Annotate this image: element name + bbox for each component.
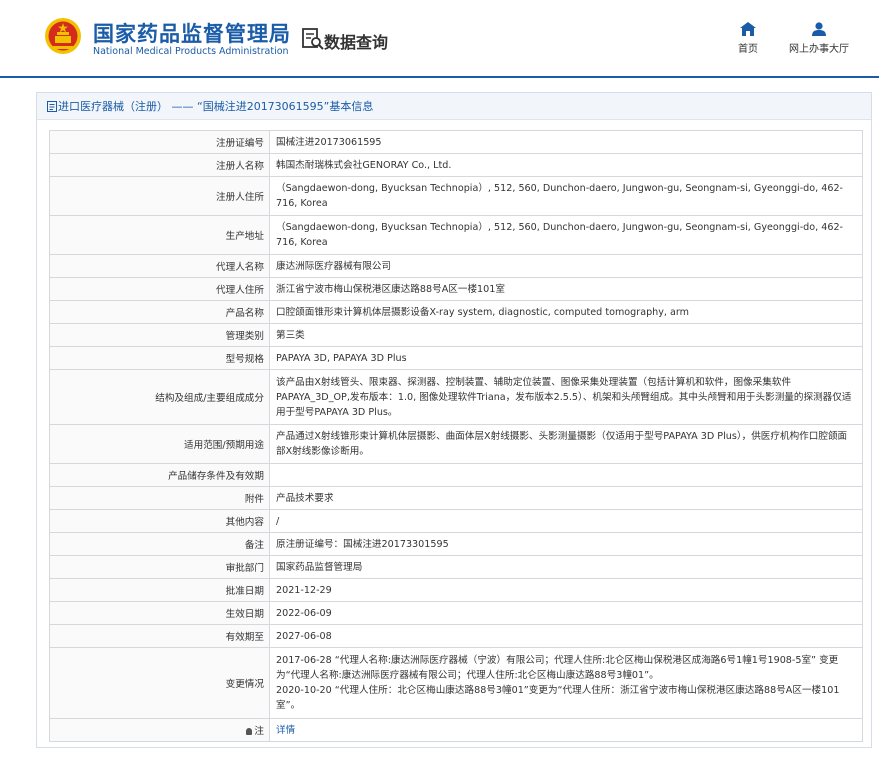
row-value: 产品技术要求 [269, 486, 863, 510]
row-value: 2021-12-29 [269, 578, 863, 602]
table-row: 代理人名称 康达洲际医疗器械有限公司 [49, 254, 863, 278]
note-label: 注 [254, 726, 264, 737]
row-label: 管理类别 [49, 323, 270, 347]
row-label: 注册人名称 [49, 153, 270, 177]
row-label: 其他内容 [49, 509, 270, 533]
agency-name-cn: 国家药品监督管理局 [93, 22, 291, 46]
row-value: 2022-06-09 [269, 601, 863, 625]
table-row: 注册证编号 国械注进20173061595 [49, 130, 863, 154]
nav-home-label: 首页 [738, 44, 758, 55]
table-row: 附件 产品技术要求 [49, 486, 863, 510]
table-row: 生效日期 2022-06-09 [49, 601, 863, 625]
row-label: 变更情况 [49, 647, 270, 719]
change-history: 2017-06-28 “代理人名称:康达洲际医疗器械（宁波）有限公司；代理人住所… [269, 647, 863, 719]
row-value: 原注册证编号：国械注进20173301595 [269, 532, 863, 556]
row-value: 韩国杰耐瑞株式会社GENORAY Co., Ltd. [269, 153, 863, 177]
row-label: 注册人住所 [49, 176, 270, 216]
panel-title-bar: 进口医疗器械（注册） —— “国械注进20173061595”基本信息 [37, 93, 871, 120]
table-row: 产品名称 口腔颌面锥形束计算机体层摄影设备X-ray system, diagno… [49, 300, 863, 324]
table-row: 其他内容 / [49, 509, 863, 533]
row-value: PAPAYA 3D, PAPAYA 3D Plus [269, 346, 863, 370]
row-label: 结构及组成/主要组成成分 [49, 369, 270, 425]
row-label: 产品名称 [49, 300, 270, 324]
table-row: 有效期至 2027-06-08 [49, 624, 863, 648]
nav-online-hall-label: 网上办事大厅 [789, 44, 849, 55]
row-value: 2027-06-08 [269, 624, 863, 648]
table-row: 注册人住所 （Sangdaewon-dong, Byucksan Technopi… [49, 176, 863, 216]
row-value: / [269, 509, 863, 533]
row-value: 产品通过X射线锥形束计算机体层摄影、曲面体层X射线摄影、头影测量摄影（仅适用于型… [269, 424, 863, 464]
row-value [269, 463, 863, 487]
data-query-icon [302, 28, 324, 50]
lightbulb-icon [246, 728, 253, 735]
detail-panel: 进口医疗器械（注册） —— “国械注进20173061595”基本信息 注册证编… [36, 92, 872, 748]
row-label-note: 注 [49, 718, 270, 742]
table-row: 备注 原注册证编号：国械注进20173301595 [49, 532, 863, 556]
row-value: 详情 [269, 718, 863, 742]
row-label: 注册证编号 [49, 130, 270, 154]
row-label: 代理人名称 [49, 254, 270, 278]
row-value: 浙江省宁波市梅山保税港区康达路88号A区一楼101室 [269, 277, 863, 301]
details-link[interactable]: 详情 [276, 725, 295, 736]
agency-name-en: National Medical Products Administration [93, 46, 289, 57]
row-label: 生产地址 [49, 215, 270, 255]
row-value: （Sangdaewon-dong, Byucksan Technopia）, 5… [269, 176, 863, 216]
row-label: 有效期至 [49, 624, 270, 648]
table-row: 变更情况 2017-06-28 “代理人名称:康达洲际医疗器械（宁波）有限公司；代… [49, 647, 863, 719]
national-emblem-icon [45, 18, 81, 54]
user-icon [812, 22, 826, 36]
nav-home-link[interactable]: 首页 [733, 22, 763, 55]
table-row: 代理人住所 浙江省宁波市梅山保税港区康达路88号A区一楼101室 [49, 277, 863, 301]
row-label: 代理人住所 [49, 277, 270, 301]
row-label: 备注 [49, 532, 270, 556]
row-label: 批准日期 [49, 578, 270, 602]
table-row: 注册人名称 韩国杰耐瑞株式会社GENORAY Co., Ltd. [49, 153, 863, 177]
row-value: 国械注进20173061595 [269, 130, 863, 154]
row-label: 适用范围/预期用途 [49, 424, 270, 464]
table-row: 审批部门 国家药品监督管理局 [49, 555, 863, 579]
table-row: 型号规格 PAPAYA 3D, PAPAYA 3D Plus [49, 346, 863, 370]
table-row: 管理类别 第三类 [49, 323, 863, 347]
table-row: 结构及组成/主要组成成分 该产品由X射线管头、限束器、探测器、控制装置、辅助定位装… [49, 369, 863, 425]
home-icon [740, 22, 756, 36]
row-label: 型号规格 [49, 346, 270, 370]
nav-online-hall-link[interactable]: 网上办事大厅 [786, 22, 852, 55]
row-value: 口腔颌面锥形束计算机体层摄影设备X-ray system, diagnostic… [269, 300, 863, 324]
row-value: 康达洲际医疗器械有限公司 [269, 254, 863, 278]
panel-title: 进口医疗器械（注册） —— “国械注进20173061595”基本信息 [58, 100, 374, 113]
row-value: 第三类 [269, 323, 863, 347]
site-header: 国家药品监督管理局 National Medical Products Admi… [0, 0, 879, 78]
table-row: 生产地址 （Sangdaewon-dong, Byucksan Technopia… [49, 215, 863, 255]
row-label: 产品储存条件及有效期 [49, 463, 270, 487]
document-icon [47, 101, 57, 112]
table-row: 批准日期 2021-12-29 [49, 578, 863, 602]
data-query-title: 数据查询 [324, 33, 389, 52]
row-value: 该产品由X射线管头、限束器、探测器、控制装置、辅助定位装置、图像采集处理装置（包… [269, 369, 863, 425]
row-label: 审批部门 [49, 555, 270, 579]
row-value: （Sangdaewon-dong, Byucksan Technopia）, 5… [269, 215, 863, 255]
row-label: 附件 [49, 486, 270, 510]
table-row: 产品储存条件及有效期 [49, 463, 863, 487]
table-row: 注 详情 [49, 718, 863, 742]
row-value: 国家药品监督管理局 [269, 555, 863, 579]
registration-info-table: 注册证编号 国械注进20173061595 注册人名称 韩国杰耐瑞株式会社GENOR… [49, 130, 863, 742]
row-label: 生效日期 [49, 601, 270, 625]
table-row: 适用范围/预期用途 产品通过X射线锥形束计算机体层摄影、曲面体层X射线摄影、头影测… [49, 424, 863, 464]
